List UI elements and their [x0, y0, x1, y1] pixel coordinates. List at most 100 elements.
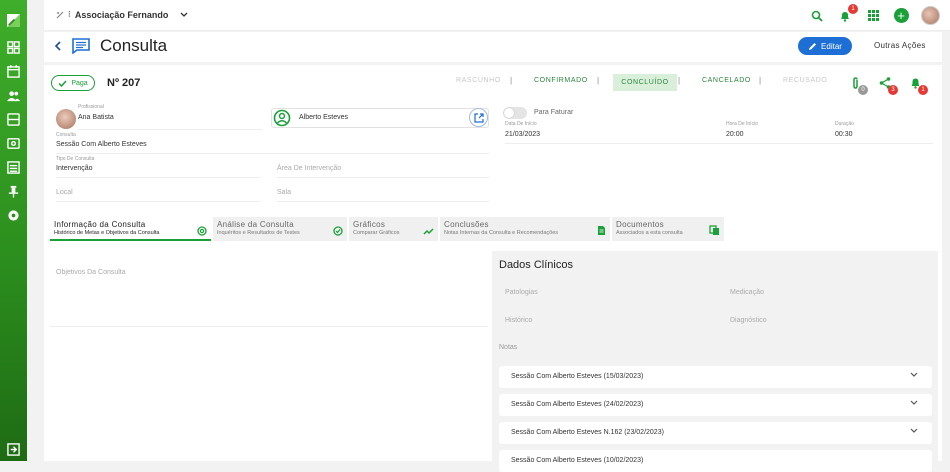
plus-icon: + [893, 8, 909, 23]
status-concluded[interactable]: CONCLUÍDO [613, 74, 677, 91]
notifications-icon[interactable]: 1 [837, 3, 858, 24]
more-actions-button[interactable]: Outras Ações [874, 41, 926, 50]
chevron-down-icon [910, 428, 918, 436]
patient-icon [273, 109, 291, 132]
apps-grid-icon[interactable] [865, 8, 881, 24]
check-circle-icon [333, 223, 343, 241]
session-accordion[interactable]: Sessão Com Alberto Esteves (15/03/2023) [499, 366, 932, 388]
tab-charts[interactable]: Gráficos Comparar Gráficos [349, 217, 438, 241]
page-header: Consulta Editar Outras Ações [44, 32, 942, 62]
duration-field[interactable]: 00:30 [835, 131, 853, 138]
logout-icon[interactable] [7, 443, 20, 456]
history-field[interactable]: Histórico [505, 317, 532, 324]
tab-conclusions[interactable]: Conclusões Notas Internas da Consulta e … [440, 217, 610, 241]
status-cancelled[interactable]: CANCELADO [702, 77, 751, 84]
tab-subtitle: Inquéritos e Resultados de Testes [217, 230, 300, 236]
edit-button-label: Editar [821, 41, 842, 51]
notifications-badge: 1 [848, 3, 858, 14]
chevron-down-icon [910, 400, 918, 408]
add-button[interactable]: + [893, 8, 909, 24]
pathologies-field[interactable]: Patologias [505, 289, 538, 296]
paid-badge: Paga [51, 75, 95, 91]
top-bar: ⁝ Associação Fernando 1 + [44, 0, 950, 31]
status-confirmed[interactable]: CONFIRMADO [534, 77, 588, 84]
check-icon [58, 79, 67, 87]
tab-consultation-info[interactable]: Informação da Consulta Histórico de Meta… [50, 217, 211, 241]
session-title: Sessão Com Alberto Esteves N.162 (23/02/… [511, 429, 664, 436]
session-accordion[interactable]: Sessão Com Alberto Esteves N.162 (23/02/… [499, 422, 932, 444]
list-icon[interactable] [7, 161, 20, 174]
room-field[interactable]: Sala [277, 189, 291, 196]
tab-title: Informação da Consulta [54, 220, 146, 229]
start-time-field[interactable]: 20:00 [726, 131, 744, 138]
pencil-icon [809, 42, 817, 50]
medication-field[interactable]: Medicação [730, 289, 764, 296]
tab-title: Gráficos [353, 220, 386, 229]
start-time-label: Hora De Início [726, 121, 758, 127]
local-field[interactable]: Local [56, 189, 73, 196]
search-icon[interactable] [809, 8, 825, 24]
tab-consultation-analysis[interactable]: Análise da Consulta Inquéritos e Resulta… [213, 217, 347, 241]
invoice-toggle[interactable] [503, 107, 527, 119]
diagnosis-field[interactable]: Diagnóstico [730, 317, 767, 324]
professional-field[interactable]: Ana Batista [78, 114, 114, 121]
open-patient-button[interactable] [469, 108, 488, 127]
edit-button[interactable]: Editar [798, 37, 852, 55]
status-separator: | [597, 76, 600, 85]
type-label: Tipo De Consulta [56, 156, 95, 162]
back-icon[interactable] [54, 40, 62, 54]
app-logo-icon[interactable] [7, 14, 20, 27]
tab-title: Conclusões [444, 220, 489, 229]
sidebar [0, 0, 27, 461]
status-separator: | [510, 76, 513, 85]
tab-subtitle: Associados a esta consulta [616, 230, 683, 236]
org-switcher[interactable]: ⁝ Associação Fernando [56, 9, 188, 20]
status-refused[interactable]: RECUSADO [783, 77, 827, 84]
clinical-title: Dados Clínicos [499, 259, 573, 271]
document-icon [597, 223, 606, 241]
session-title: Sessão Com Alberto Esteves (15/03/2023) [511, 373, 644, 380]
org-icon [56, 11, 64, 18]
target-icon [197, 223, 207, 241]
wallet-icon[interactable] [7, 137, 20, 150]
type-field[interactable]: Intervenção [56, 165, 93, 172]
start-date-field[interactable]: 21/03/2023 [505, 131, 540, 138]
settings-icon[interactable] [7, 209, 20, 222]
objectives-panel: Objetivos Da Consulta [50, 251, 488, 327]
pin-icon[interactable] [7, 185, 20, 198]
session-accordion[interactable]: Sessão Com Alberto Esteves (24/02/2023) [499, 394, 932, 416]
patient-field[interactable]: Alberto Esteves [271, 108, 489, 128]
consultation-card: Paga Nº 207 RASCUNHO | CONFIRMADO | CONC… [44, 65, 942, 472]
tab-subtitle: Histórico de Metas e Objetivos da Consul… [54, 230, 160, 236]
divider [56, 177, 260, 178]
consultation-number: Nº 207 [107, 77, 141, 89]
tab-title: Análise da Consulta [217, 220, 294, 229]
area-field[interactable]: Área De Intervenção [277, 165, 341, 172]
users-icon[interactable] [7, 89, 20, 102]
tab-title: Documentos [616, 220, 664, 229]
objectives-field[interactable]: Objetivos Da Consulta [56, 269, 126, 276]
org-name: Associação Fernando [74, 9, 169, 20]
professional-label: Profissional [78, 104, 104, 110]
status-separator: | [759, 76, 762, 85]
attachments-count: 0 [858, 85, 868, 95]
status-draft[interactable]: RASCUNHO [456, 77, 501, 84]
alerts-count: 1 [918, 85, 928, 95]
external-link-icon [473, 112, 484, 123]
copy-icon [709, 223, 720, 241]
tab-documents[interactable]: Documentos Associados a esta consulta [612, 217, 724, 241]
tab-subtitle: Notas Internas da Consulta e Recomendaçõ… [444, 230, 559, 236]
divider [78, 129, 262, 130]
divider [56, 201, 260, 202]
records-icon[interactable] [7, 113, 20, 126]
status-separator: | [678, 76, 681, 85]
calendar-icon[interactable] [7, 65, 20, 78]
dashboard-icon[interactable] [7, 41, 20, 54]
user-avatar[interactable] [921, 6, 940, 25]
divider [277, 177, 489, 178]
session-accordion[interactable]: Sessão Com Alberto Esteves (10/02/2023) [499, 450, 932, 472]
page-title: Consulta [100, 36, 168, 55]
chevron-down-icon [910, 372, 918, 380]
notes-label: Notas [499, 344, 518, 351]
consulta-field[interactable]: Sessão Com Alberto Esteves [56, 141, 147, 148]
